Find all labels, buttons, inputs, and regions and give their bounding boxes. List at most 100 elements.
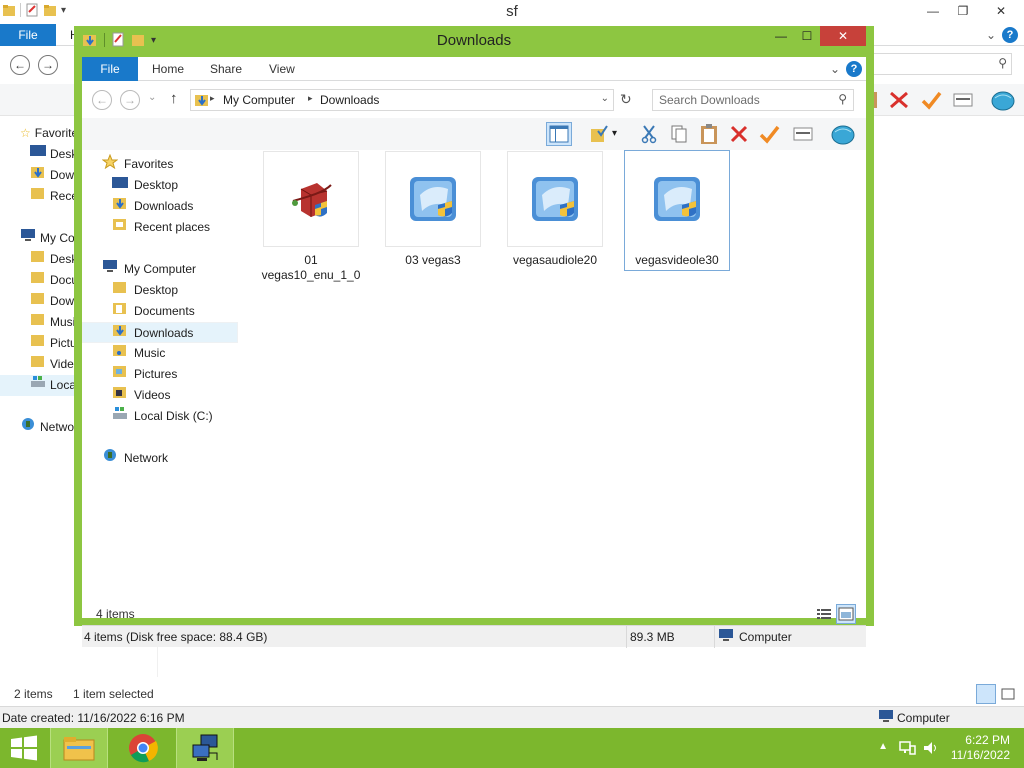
nav-local-disk[interactable]: Local Disk (C:) <box>82 406 238 427</box>
globe-shell-icon[interactable] <box>990 88 1016 112</box>
maximize-button[interactable]: ☐ <box>794 26 820 46</box>
close-button[interactable]: ✕ <box>820 26 866 46</box>
clock-time: 6:22 PM <box>965 733 1010 747</box>
breadcrumb-mycomputer[interactable]: My Computer <box>223 93 295 107</box>
navigation-pane-icon <box>549 125 569 143</box>
breadcrumb-chevron-icon[interactable]: ▸ <box>210 93 215 104</box>
back-button[interactable]: ← <box>92 90 112 110</box>
toolbar-dropdown-icon[interactable]: ▾ <box>612 128 617 139</box>
local-disk-icon <box>30 375 46 396</box>
clock[interactable]: 6:22 PM 11/16/2022 <box>951 733 1010 763</box>
file-tile-selected[interactable]: vegasvideole30 <box>624 150 730 271</box>
copy-button[interactable] <box>666 122 692 146</box>
recent-places-icon <box>30 186 46 207</box>
recent-places-icon <box>112 217 128 238</box>
up-arrow-icon[interactable]: ↑ <box>170 90 178 107</box>
properties-window-icon <box>793 127 813 141</box>
background-search-box[interactable]: ⚲ <box>862 53 1012 75</box>
address-dropdown-icon[interactable]: ⌄ <box>601 93 609 104</box>
file-tile[interactable]: vegasaudiole20 <box>502 151 608 268</box>
file-tile[interactable]: 03 vegas3 <box>380 151 486 268</box>
nav-music[interactable]: Music <box>82 343 238 364</box>
network-status-icon[interactable] <box>898 740 916 756</box>
shell-button[interactable] <box>830 122 856 146</box>
file-name: vegasvideole30 <box>635 253 719 267</box>
paste-icon <box>701 124 717 144</box>
command-toolbar: ▾ <box>82 118 866 150</box>
delete-icon[interactable] <box>888 90 910 110</box>
taskbar-chrome[interactable] <box>114 728 172 768</box>
tab-home[interactable]: Home <box>152 62 184 76</box>
nav-mycomputer[interactable]: My Computer <box>82 259 238 280</box>
nav-downloads[interactable]: Downloads <box>82 196 238 217</box>
select-all-button[interactable] <box>586 122 612 146</box>
background-file-tab[interactable]: File <box>0 24 56 46</box>
minimize-button[interactable]: — <box>918 0 948 22</box>
nav-pictures[interactable]: Pictures <box>82 364 238 385</box>
tab-view[interactable]: View <box>269 62 295 76</box>
nav-videos[interactable]: Videos <box>82 385 238 406</box>
videos-folder-icon <box>112 385 128 406</box>
tab-share[interactable]: Share <box>210 62 242 76</box>
downloads-folder-icon <box>195 95 208 106</box>
details-view-button[interactable] <box>976 684 996 704</box>
close-button[interactable]: ✕ <box>978 0 1024 22</box>
forward-button[interactable]: → <box>38 55 58 75</box>
nav-documents[interactable]: Documents <box>82 301 238 322</box>
start-button[interactable] <box>0 728 48 768</box>
nav-desktop[interactable]: Desktop <box>82 175 238 196</box>
refresh-icon[interactable]: ↻ <box>620 91 632 108</box>
back-button[interactable]: ← <box>10 55 30 75</box>
large-icons-view-button[interactable] <box>1000 686 1016 702</box>
clock-date: 11/16/2022 <box>950 748 1010 762</box>
minimize-button[interactable]: — <box>768 26 794 46</box>
documents-folder-icon <box>30 270 46 291</box>
file-name: 01 vegas10_enu_1_0 <box>261 253 361 282</box>
delete-button[interactable] <box>726 122 752 146</box>
properties-button[interactable] <box>790 122 816 146</box>
chevron-down-icon[interactable]: ⌄ <box>830 62 840 76</box>
large-icons-view-icon <box>838 607 854 621</box>
large-icons-view-button[interactable] <box>836 604 856 624</box>
taskbar-file-explorer[interactable] <box>50 728 108 768</box>
recent-locations-dropdown-icon[interactable]: ⌄ <box>148 92 156 103</box>
details-view-button[interactable] <box>814 604 834 624</box>
show-hidden-icons-icon[interactable]: ▲ <box>878 741 888 752</box>
maximize-button[interactable]: ❐ <box>948 0 978 22</box>
breadcrumb-chevron-icon[interactable]: ▸ <box>308 93 313 104</box>
navigation-pane-button[interactable] <box>546 122 572 146</box>
bg-nav-localdisk[interactable]: Local Disk (C:) <box>0 375 75 396</box>
file-tile[interactable]: 01 vegas10_enu_1_0 <box>258 151 364 283</box>
nav-network[interactable]: Network <box>82 448 238 469</box>
help-icon[interactable]: ? <box>846 61 862 77</box>
nav-favorites[interactable]: Favorites <box>82 153 238 175</box>
background-titlebar[interactable]: ▾ sf — ❐ ✕ <box>0 0 1024 24</box>
nav-desktop2[interactable]: Desktop <box>82 280 238 301</box>
search-input[interactable]: Search Downloads ⚲ <box>652 89 854 111</box>
nav-recent-places[interactable]: Recent places <box>82 217 238 238</box>
rename-button[interactable] <box>756 122 782 146</box>
file-thumbnail <box>629 151 725 247</box>
videos-folder-icon <box>30 354 46 375</box>
properties-window-icon[interactable] <box>952 90 974 110</box>
taskbar-network-app[interactable] <box>176 728 234 768</box>
forward-button[interactable]: → <box>120 90 140 110</box>
chevron-down-icon[interactable]: ⌄ <box>986 28 996 42</box>
pictures-folder-icon <box>112 364 128 385</box>
search-icon[interactable]: ⚲ <box>838 92 847 106</box>
volume-icon[interactable] <box>922 740 940 756</box>
search-placeholder: Search Downloads <box>659 93 760 107</box>
help-icon[interactable]: ? <box>1002 27 1018 43</box>
breadcrumb-downloads[interactable]: Downloads <box>320 93 379 107</box>
window-title: Downloads <box>436 32 512 49</box>
nav-downloads2[interactable]: Downloads <box>82 322 238 343</box>
background-window-controls: — ❐ ✕ <box>918 0 1024 22</box>
tab-file[interactable]: File <box>82 57 138 81</box>
paste-button[interactable] <box>696 122 722 146</box>
rename-check-icon[interactable] <box>920 90 942 110</box>
desktop-icon <box>30 144 46 165</box>
downloads-folder-icon <box>112 196 128 217</box>
documents-folder-icon <box>112 301 128 322</box>
address-input[interactable]: ▸ My Computer ▸ Downloads ⌄ <box>190 89 614 111</box>
cut-button[interactable] <box>636 122 662 146</box>
